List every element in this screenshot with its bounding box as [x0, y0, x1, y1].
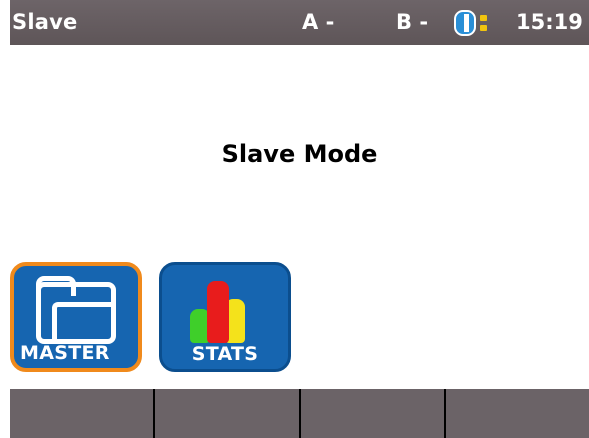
battery-icon [454, 10, 490, 36]
screen-left-margin [0, 0, 10, 438]
softkey-1[interactable] [10, 389, 153, 438]
slave-mode-message: Slave Mode [221, 140, 378, 168]
port-a-status: A - [302, 10, 335, 34]
stats-label: STATS [191, 343, 259, 365]
clock: 15:19 [516, 10, 583, 34]
battery-indicator-top [480, 15, 487, 21]
softkey-2[interactable] [153, 389, 298, 438]
softkey-3[interactable] [298, 389, 444, 438]
battery-indicator-bottom [480, 25, 487, 31]
battery-cell [454, 10, 476, 36]
softkey-bar [10, 389, 589, 438]
bar-chart-icon [190, 273, 260, 343]
folder-icon [36, 276, 118, 344]
port-b-status: B - [396, 10, 429, 34]
master-button[interactable]: MASTER [10, 262, 142, 372]
device-screen: Slave A - B - 15:19 Slave Mode [10, 0, 589, 438]
stats-button[interactable]: STATS [159, 262, 291, 372]
status-bar: Slave A - B - 15:19 [10, 0, 589, 45]
mode-title: Slave [12, 10, 78, 34]
master-label: MASTER [20, 342, 110, 364]
softkey-4[interactable] [443, 389, 589, 438]
